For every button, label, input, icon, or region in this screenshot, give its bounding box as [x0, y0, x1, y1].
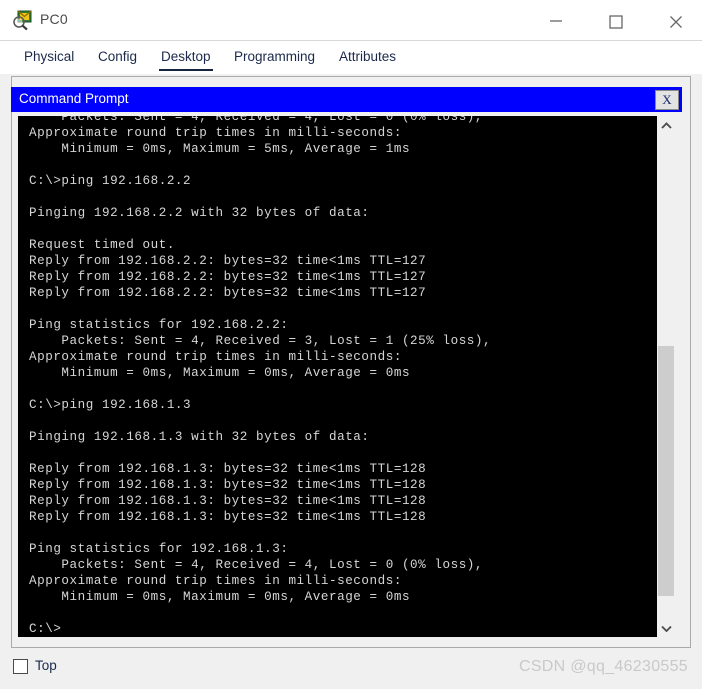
top-checkbox-label: Top — [35, 658, 57, 673]
window-titlebar: PC0 — [0, 0, 702, 41]
window-title: PC0 — [40, 11, 68, 27]
maximize-icon — [609, 15, 623, 29]
terminal-output-area[interactable]: Packets: Sent = 4, Received = 4, Lost = … — [18, 116, 657, 637]
watermark-text: CSDN @qq_46230555 — [518, 658, 688, 675]
terminal-scrollbar[interactable] — [657, 116, 675, 637]
chevron-up-icon — [661, 122, 672, 129]
tab-physical[interactable]: Physical — [22, 46, 76, 69]
terminal-text: Packets: Sent = 4, Received = 4, Lost = … — [29, 116, 492, 636]
command-prompt-close-button[interactable]: X — [655, 90, 679, 110]
maximize-button[interactable] — [594, 0, 640, 40]
terminal-container: Packets: Sent = 4, Received = 4, Lost = … — [18, 116, 675, 637]
top-checkbox[interactable] — [13, 659, 28, 674]
scrollbar-up-button[interactable] — [657, 116, 675, 134]
packet-tracer-pc-icon — [12, 9, 34, 31]
command-prompt-titlebar: Command Prompt X — [11, 87, 682, 112]
tab-config[interactable]: Config — [96, 46, 139, 69]
pc0-window: PC0 Physical Config Desktop Programming … — [0, 0, 702, 689]
close-button[interactable] — [654, 0, 700, 40]
tab-desktop[interactable]: Desktop — [159, 46, 213, 71]
scrollbar-thumb[interactable] — [658, 346, 674, 596]
tab-attributes[interactable]: Attributes — [337, 46, 398, 69]
bottom-bar: Top CSDN @qq_46230555 — [0, 650, 702, 689]
minimize-icon — [550, 20, 562, 22]
command-prompt-title: Command Prompt — [19, 91, 129, 106]
close-icon — [670, 16, 682, 28]
chevron-down-icon — [661, 625, 672, 632]
minimize-button[interactable] — [534, 0, 580, 40]
scrollbar-down-button[interactable] — [657, 619, 675, 637]
tab-bar: Physical Config Desktop Programming Attr… — [0, 41, 702, 74]
tab-programming[interactable]: Programming — [232, 46, 317, 69]
